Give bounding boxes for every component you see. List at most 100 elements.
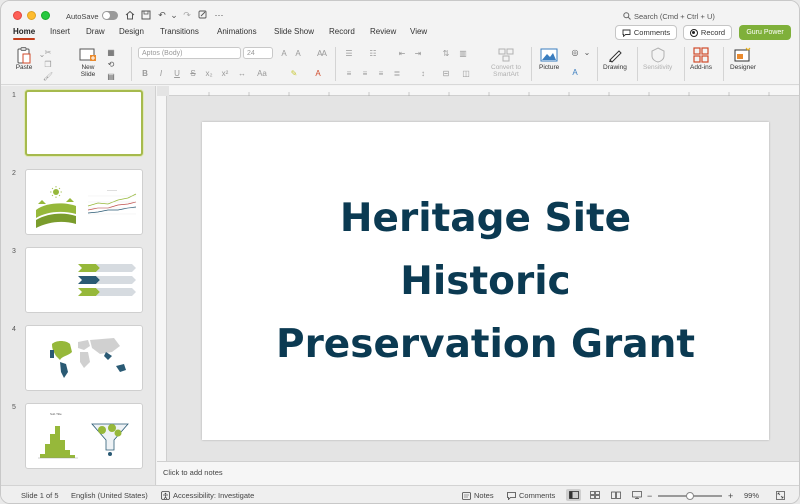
tab-review[interactable]: Review [370,27,396,36]
shapes-icon[interactable]: ◎ [570,47,580,57]
sensitivity-icon [649,46,667,64]
save-icon[interactable] [140,9,152,21]
italic-icon[interactable]: I [156,68,166,78]
decrease-indent-icon[interactable]: ⇤ [397,48,407,58]
zoom-window-button[interactable] [41,11,50,20]
bold-icon[interactable]: B [140,68,150,78]
fit-slide-button[interactable] [776,491,785,500]
comments-button[interactable]: Comments [615,25,677,40]
underline-icon[interactable]: U [172,68,182,78]
slide-thumbnail-3[interactable] [25,247,143,313]
slideshow-button[interactable] [632,491,642,499]
text-direction-icon[interactable]: ⇅ [441,48,451,58]
tab-record[interactable]: Record [329,27,355,36]
minimize-window-button[interactable] [27,11,36,20]
designer-button[interactable]: Designer [730,46,756,71]
zoom-in-icon[interactable]: + [728,491,733,501]
textbox-icon[interactable]: A [570,67,580,77]
numbering-icon[interactable]: ☷ [368,48,378,58]
clear-formatting-icon[interactable]: Ꜳ [317,48,327,58]
section-icon[interactable]: ▤ [106,71,116,81]
paste-button[interactable]: Paste [15,46,33,71]
undo-dropdown-icon[interactable]: ⌄ [168,9,180,21]
home-icon[interactable] [124,9,136,21]
fit-to-window-icon [776,491,785,500]
align-text-icon[interactable]: ⊟ [441,68,451,78]
current-slide[interactable]: Heritage Site Historic Preservation Gran… [202,122,769,440]
autosave-toggle[interactable] [102,11,118,20]
format-painter-icon[interactable] [197,9,209,21]
sensitivity-button[interactable]: Sensitivity [643,46,672,71]
highlight-icon[interactable]: ✎ [289,68,299,78]
guru-power-button[interactable]: Guru Power [739,25,791,40]
new-slide-button[interactable]: New Slide [79,46,97,78]
zoom-out-icon[interactable]: − [647,491,652,501]
format-brush-icon[interactable]: 🖌 [43,71,53,81]
tab-animations[interactable]: Animations [217,27,257,36]
columns-icon[interactable]: ▥ [458,48,468,58]
bullets-icon[interactable]: ☰ [344,48,354,58]
reset-icon[interactable]: ⟲ [106,59,116,69]
font-color-icon[interactable]: A [313,68,323,78]
normal-view-button[interactable] [566,489,581,501]
redo-icon[interactable]: ↷ [181,9,193,21]
smartart-small-icon[interactable]: ◫ [461,68,471,78]
tab-transitions[interactable]: Transitions [160,27,199,36]
increase-font-icon[interactable]: A [279,48,289,58]
subscript-icon[interactable]: x₂ [204,68,214,78]
font-name-select[interactable]: Aptos (Body) [138,47,241,59]
decrease-font-icon[interactable]: A [293,48,303,58]
slide-sorter-button[interactable] [590,491,600,499]
zoom-slider-knob[interactable] [686,492,694,500]
record-button[interactable]: Record [683,25,732,40]
zoom-level[interactable]: 99% [744,491,759,500]
pen-icon [606,46,624,64]
slide-thumbnail-2[interactable]: ———— [25,169,143,235]
align-right-icon[interactable]: ≡ [376,68,386,78]
tab-slide-show[interactable]: Slide Show [274,27,314,36]
slide-thumbnail-4[interactable] [25,325,143,391]
superscript-icon[interactable]: x² [220,68,230,78]
cut-icon[interactable]: ✂ [43,47,53,57]
tab-view[interactable]: View [410,27,427,36]
more-options-icon[interactable]: ⋯ [213,9,225,21]
undo-icon[interactable]: ↶ [156,9,168,21]
autosave-label: AutoSave [66,12,99,21]
close-window-button[interactable] [13,11,22,20]
search-box[interactable]: Search (Cmd + Ctrl + U) [623,10,743,22]
convert-smartart-button[interactable]: Convert to SmartArt [491,46,521,78]
justify-icon[interactable]: ≣ [392,68,402,78]
convert-smartart-label-1: Convert to [491,64,521,71]
line-spacing-icon[interactable]: ↕ [418,68,428,78]
language-indicator[interactable]: English (United States) [71,491,148,500]
font-size-select[interactable]: 24 [243,47,273,59]
tab-insert[interactable]: Insert [50,27,70,36]
character-spacing-icon[interactable]: ↔ [237,68,247,78]
zoom-slider[interactable] [658,492,722,500]
copy-icon[interactable]: ❐ [43,59,53,69]
home-ribbon: Paste ⌄ ✂ ❐ 🖌 New Slide ▦ ⟲ ▤ Aptos (Bod… [1,43,799,85]
strikethrough-icon[interactable]: S [188,68,198,78]
notes-pane[interactable]: Click to add notes [157,461,799,485]
accessibility-indicator[interactable]: Accessibility: Investigate [161,491,254,500]
shapes-dropdown-icon[interactable]: ⌄ [582,47,592,57]
reading-view-button[interactable] [611,491,621,499]
align-left-icon[interactable]: ≡ [344,68,354,78]
tab-home[interactable]: Home [13,27,36,40]
svg-text:————: ———— [107,189,118,192]
slide-thumbnail-1[interactable] [25,90,143,156]
layout-icon[interactable]: ▦ [106,47,116,57]
change-case-icon[interactable]: Aa [257,68,267,78]
add-ins-button[interactable]: Add-ins [690,46,712,71]
comments-toggle[interactable]: Comments [507,491,555,500]
tab-draw[interactable]: Draw [86,27,105,36]
tab-design[interactable]: Design [119,27,144,36]
picture-button[interactable]: Picture [539,46,559,71]
align-center-icon[interactable]: ≡ [360,68,370,78]
drawing-button[interactable]: Drawing [603,46,627,71]
ribbon-tabs: Home Insert Draw Design Transitions Anim… [1,25,799,41]
slide-title[interactable]: Heritage Site Historic Preservation Gran… [276,187,695,376]
increase-indent-icon[interactable]: ⇥ [413,48,423,58]
slide-thumbnail-5[interactable]: Sub Title [25,403,143,469]
notes-toggle[interactable]: Notes [462,491,494,500]
